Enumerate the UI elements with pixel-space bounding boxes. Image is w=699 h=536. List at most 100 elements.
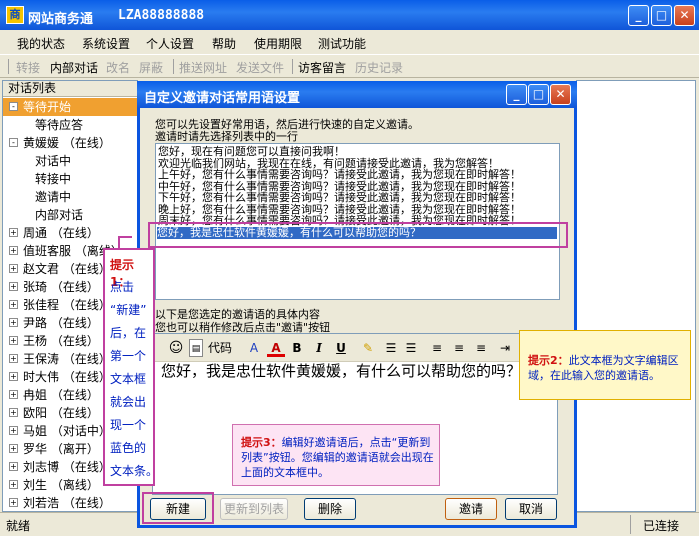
menu-system-settings[interactable]: 系统设置 xyxy=(82,35,130,52)
font-size-icon[interactable]: A xyxy=(245,339,263,357)
tree-item-label: 尹路 （在线） xyxy=(23,316,99,330)
expand-icon[interactable]: + xyxy=(9,282,18,291)
dialog-instruction: 邀请时请先选择列表中的一行 xyxy=(155,130,298,143)
bullet-list-icon[interactable]: ☰ xyxy=(403,339,419,357)
tree-item-label: 张琦 （在线） xyxy=(23,280,99,294)
tip1-connector xyxy=(118,236,132,238)
invite-button[interactable]: 邀请 xyxy=(445,498,497,520)
align-center-icon[interactable]: ≡ xyxy=(451,339,467,357)
tree-item[interactable]: - 等待开始 xyxy=(3,98,137,116)
expand-icon[interactable]: + xyxy=(9,444,18,453)
tree-item[interactable]: + 刘若浩 （在线） xyxy=(3,494,137,511)
dialog-maximize-button[interactable]: □ xyxy=(528,84,549,105)
tree-item[interactable]: 邀请中 xyxy=(3,188,137,206)
connection-status: 已连接 xyxy=(643,519,680,533)
tip3-text: 提示3：编辑好邀请语后，点击“更新到列表”按钮。您编辑的邀请语就会出现在上面的文… xyxy=(241,435,435,480)
dialog-minimize-button[interactable]: _ xyxy=(506,84,527,105)
menu-usage-period[interactable]: 使用期限 xyxy=(254,35,302,52)
tree-item-label: 刘若浩 （在线） xyxy=(23,496,111,510)
tree-item[interactable]: 转接中 xyxy=(3,170,137,188)
tree-item[interactable]: 内部对话 xyxy=(3,206,137,224)
tree-item-label: 欧阳 （在线） xyxy=(23,406,99,420)
align-right-icon[interactable]: ≡ xyxy=(473,339,489,357)
tree-item[interactable]: 等待应答 xyxy=(3,116,137,134)
tree-item[interactable]: + 周通 （在线） xyxy=(3,224,137,242)
tip1-line: “新建” xyxy=(110,303,147,317)
dialog-close-button[interactable]: ✕ xyxy=(550,84,571,105)
expand-icon[interactable]: + xyxy=(9,372,18,381)
editor-toolbar: ☺ ▤ 代码 A A B I U ✎ ☰ ☰ ≡ ≡ ≡ ⇥ xyxy=(153,334,557,362)
tree-item-label: 王保涛 （在线） xyxy=(23,352,111,366)
new-button[interactable]: 新建 xyxy=(150,498,206,520)
expand-icon[interactable]: + xyxy=(9,264,18,273)
expand-icon[interactable]: + xyxy=(9,336,18,345)
tree-item-label: 转接中 xyxy=(35,172,72,186)
tip2-text: 提示2：此文本框为文字编辑区域，在此输入您的邀请语。 xyxy=(528,353,688,383)
expand-icon[interactable]: + xyxy=(9,390,18,399)
tip1-line: 就会出 xyxy=(110,395,147,409)
menu-help[interactable]: 帮助 xyxy=(212,35,236,52)
tree-item[interactable]: - 黄媛媛 （在线） xyxy=(3,134,137,152)
tree-item-label: 黄媛媛 （在线） xyxy=(23,136,111,150)
tree-item-label: 冉姐 （在线） xyxy=(23,388,99,402)
toolbar-visitor-message[interactable]: 访客留言 xyxy=(298,59,346,76)
expand-icon[interactable]: + xyxy=(9,318,18,327)
tip2-box: 提示2：此文本框为文字编辑区域，在此输入您的邀请语。 xyxy=(519,330,691,400)
editor-text[interactable]: 您好，我是忠仕软件黄媛媛，有什么可以帮助您的吗？ xyxy=(161,360,556,381)
align-left-icon[interactable]: ≡ xyxy=(429,339,445,357)
indent-icon[interactable]: ⇥ xyxy=(497,339,513,357)
expand-icon[interactable]: + xyxy=(9,408,18,417)
update-list-button[interactable]: 更新到列表 xyxy=(220,498,288,520)
menu-personal-settings[interactable]: 个人设置 xyxy=(146,35,194,52)
menu-test-features[interactable]: 测试功能 xyxy=(318,35,366,52)
tree-item[interactable]: 对话中 xyxy=(3,152,137,170)
app-icon: 商 xyxy=(6,6,24,24)
toolbar-history[interactable]: 历史记录 xyxy=(355,59,403,76)
expand-icon[interactable]: + xyxy=(9,480,18,489)
tree-item-label: 王杨 （在线） xyxy=(23,334,99,348)
collapse-icon[interactable]: - xyxy=(9,138,18,147)
minimize-button[interactable]: _ xyxy=(628,5,649,26)
expand-icon[interactable]: + xyxy=(9,228,18,237)
code-button[interactable]: 代码 xyxy=(205,339,235,357)
font-color-icon[interactable]: A xyxy=(267,339,285,357)
toolbar-transfer[interactable]: 转接 xyxy=(16,59,40,76)
dialog-titlebar[interactable]: 自定义邀请对话常用语设置 _ □ ✕ xyxy=(137,81,577,108)
dialog-title: 自定义邀请对话常用语设置 xyxy=(144,91,301,106)
expand-icon[interactable]: + xyxy=(9,246,18,255)
tip1-line: 文本条。 xyxy=(110,464,159,478)
toolbar-block[interactable]: 屏蔽 xyxy=(139,59,163,76)
toolbar-send-file[interactable]: 发送文件 xyxy=(236,59,284,76)
tip1-line: 第一个 xyxy=(110,349,147,363)
maximize-button[interactable]: □ xyxy=(651,5,672,26)
expand-icon[interactable]: + xyxy=(9,462,18,471)
expand-icon[interactable]: + xyxy=(9,498,18,507)
tip3-box: 提示3：编辑好邀请语后，点击“更新到列表”按钮。您编辑的邀请语就会出现在上面的文… xyxy=(232,424,440,486)
tree-item-label: 刘生 （离线） xyxy=(23,478,99,492)
expand-icon[interactable]: + xyxy=(9,354,18,363)
cancel-button[interactable]: 取消 xyxy=(505,498,557,520)
bold-icon[interactable]: B xyxy=(289,339,305,357)
tip1-line: 点击 xyxy=(110,280,135,294)
italic-icon[interactable]: I xyxy=(311,339,327,357)
numbered-list-icon[interactable]: ☰ xyxy=(383,339,399,357)
expand-icon[interactable]: + xyxy=(9,426,18,435)
tree-item-label: 等待开始 xyxy=(23,100,72,114)
toolbar-internal-chat[interactable]: 内部对话 xyxy=(50,59,98,76)
highlight-icon[interactable]: ✎ xyxy=(359,339,377,357)
close-button[interactable]: ✕ xyxy=(674,5,695,26)
tree-item-label: 罗华 （离开） xyxy=(23,442,99,456)
toolbar-rename[interactable]: 改名 xyxy=(106,59,130,76)
tree-item-label: 时大伟 （在线） xyxy=(23,370,111,384)
emoticon-icon[interactable]: ☺ xyxy=(167,339,185,357)
tree-item-label: 张佳程 （在线） xyxy=(23,298,111,312)
menu-my-status[interactable]: 我的状态 xyxy=(17,35,65,52)
collapse-icon[interactable]: - xyxy=(9,102,18,111)
document-icon[interactable]: ▤ xyxy=(189,339,203,357)
underline-icon[interactable]: U xyxy=(333,339,349,357)
toolbar-push-url[interactable]: 推送网址 xyxy=(179,59,227,76)
chat-list-header: 对话列表 xyxy=(3,81,137,97)
delete-button[interactable]: 删除 xyxy=(304,498,356,520)
main-titlebar[interactable]: 商 网站商务通 LZA88888888 _ □ ✕ xyxy=(0,0,699,30)
expand-icon[interactable]: + xyxy=(9,300,18,309)
